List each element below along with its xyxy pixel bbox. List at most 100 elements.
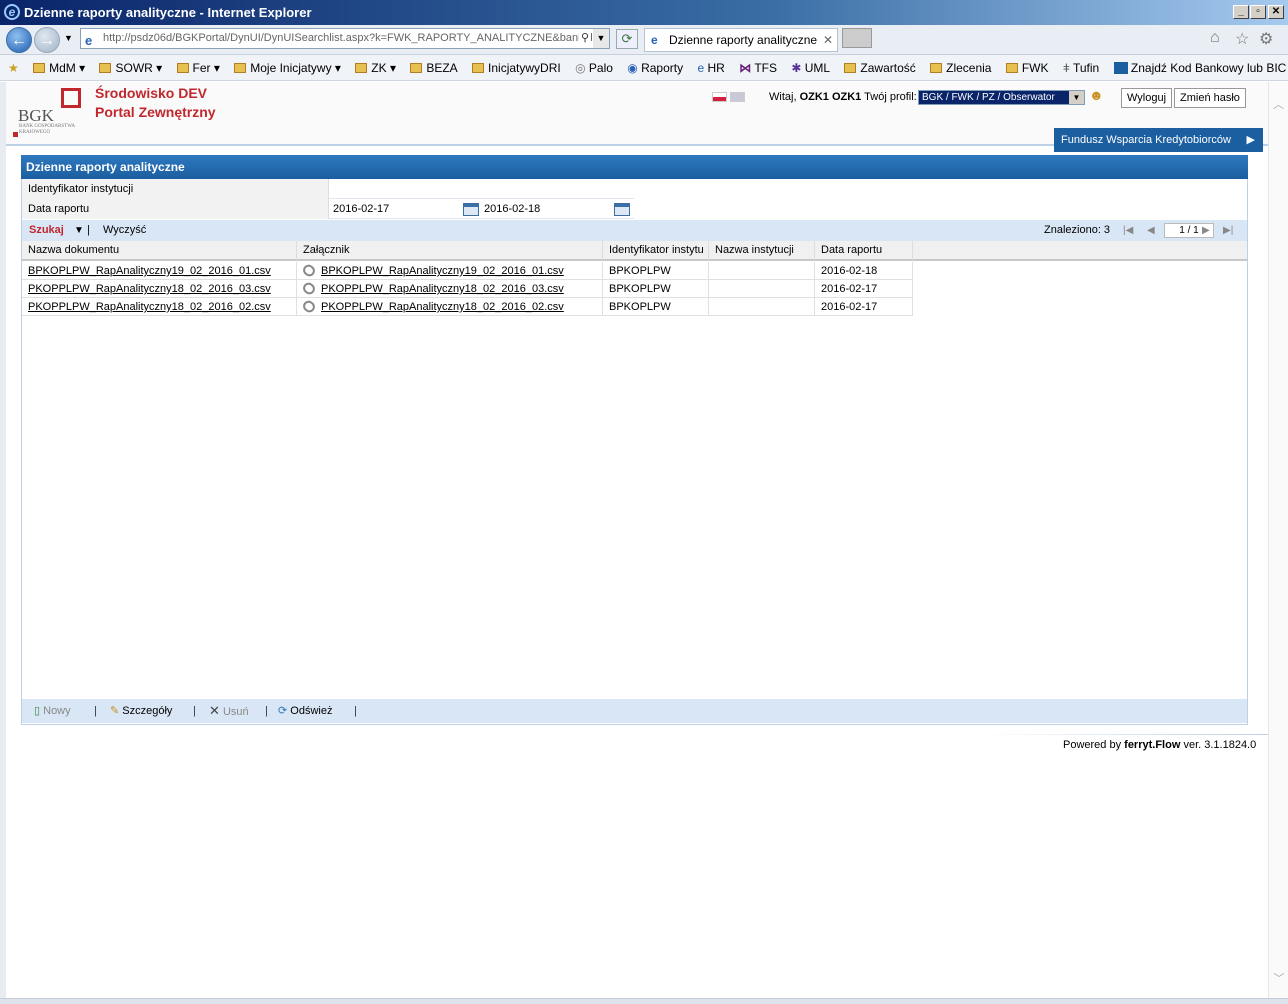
fav-item[interactable]: FWK <box>1005 55 1049 81</box>
forward-button[interactable]: → <box>34 27 60 53</box>
column-header-institution-id[interactable]: Identyfikator instytu <box>603 241 709 260</box>
details-button[interactable]: ✎ Szczegóły <box>110 699 172 723</box>
fav-item[interactable]: ⋈ TFS <box>739 55 777 81</box>
institution-name-cell <box>709 298 815 316</box>
favorites-bar: ★ MdM ▾ SOWR ▾ Fer ▾ Moje Inicjatywy ▾ Z… <box>0 55 1288 81</box>
search-button[interactable]: Szukaj <box>29 220 64 241</box>
prev-page-icon[interactable]: ◀ <box>1147 220 1155 241</box>
separator: | <box>265 705 268 717</box>
fav-item[interactable]: MdM ▾ <box>33 55 85 81</box>
new-tab-button[interactable] <box>842 28 872 48</box>
search-options-dropdown-icon[interactable]: ▼ <box>74 220 84 241</box>
institution-id-cell: BPKOPLPW <box>603 262 709 280</box>
user-name: OZK1 OZK1 <box>799 91 862 103</box>
next-page-icon[interactable]: ▶ <box>1202 220 1210 241</box>
fav-item[interactable]: Zlecenia <box>930 55 991 81</box>
welcome-prefix: Witaj, <box>769 91 797 103</box>
document-link[interactable]: PKOPPLPW_RapAnalityczny18_02_2016_02.csv <box>28 301 271 313</box>
column-header-institution-name[interactable]: Nazwa instytucji <box>709 241 815 260</box>
fav-item[interactable]: Znajdź Kod Bankowy lub BIC <box>1113 55 1286 81</box>
calendar-icon[interactable] <box>463 203 479 216</box>
fav-item[interactable]: SOWR ▾ <box>99 55 162 81</box>
last-page-icon[interactable]: ▶| <box>1223 220 1233 241</box>
refresh-page-icon[interactable]: ⟳ <box>616 29 638 49</box>
table-row[interactable]: BPKOPLPW_RapAnalityczny19_02_2016_01.csv… <box>22 262 913 280</box>
fav-item[interactable]: ✱ UML <box>791 55 830 81</box>
favorites-star-icon[interactable]: ☆ <box>1235 29 1249 49</box>
fav-item[interactable]: ◉ Raporty <box>627 55 683 81</box>
panel-title: Dzienne raporty analityczne <box>21 155 1248 179</box>
close-tab-icon[interactable]: ✕ <box>823 29 833 51</box>
close-window-button[interactable]: ✕ <box>1268 5 1284 19</box>
new-button[interactable]: ▯ Nowy <box>34 699 71 723</box>
folder-icon <box>844 63 857 73</box>
change-password-button[interactable]: Zmień hasło <box>1174 88 1246 108</box>
calendar-icon[interactable] <box>614 203 630 216</box>
column-header-document[interactable]: Nazwa dokumentu <box>22 241 297 260</box>
home-icon[interactable]: ⌂ <box>1210 29 1220 47</box>
tab-title: Dzienne raporty analityczne <box>669 33 818 47</box>
search-icon[interactable]: ⚲ <box>578 29 591 48</box>
fav-item[interactable]: Zawartość <box>844 55 916 81</box>
refresh-button[interactable]: ⟳ Odśwież <box>278 699 332 723</box>
fav-item[interactable]: ZK ▾ <box>355 55 396 81</box>
new-document-icon: ▯ <box>34 705 41 717</box>
gear-icon[interactable]: ⚙ <box>1259 29 1273 49</box>
table-row[interactable]: PKOPPLPW_RapAnalityczny18_02_2016_02.csv… <box>22 298 913 316</box>
language-flags <box>712 92 746 105</box>
grid-header: Nazwa dokumentu Załącznik Identyfikator … <box>22 241 1247 261</box>
fav-item[interactable]: ◎ Palo <box>575 55 613 81</box>
user-settings-icon[interactable]: ☻ <box>1089 87 1104 103</box>
address-dropdown-icon[interactable]: ▼ <box>593 29 609 48</box>
fav-item[interactable]: InicjatywyDRI <box>472 55 561 81</box>
column-header-report-date[interactable]: Data raportu <box>815 241 913 260</box>
institution-input[interactable] <box>328 179 634 199</box>
fav-item[interactable]: Moje Inicjatywy ▾ <box>234 55 341 81</box>
table-row[interactable]: PKOPPLPW_RapAnalityczny18_02_2016_03.csv… <box>22 280 913 298</box>
report-date-cell: 2016-02-17 <box>815 298 913 316</box>
attachment-link[interactable]: PKOPPLPW_RapAnalityczny18_02_2016_02.csv <box>321 301 564 313</box>
fund-menu-button[interactable]: Fundusz Wsparcia Kredytobiorców ▶ <box>1054 128 1263 152</box>
attachment-link[interactable]: BPKOPLPW_RapAnalityczny19_02_2016_01.csv <box>321 265 564 277</box>
welcome-text: Witaj, OZK1 OZK1 Twój profil: <box>769 91 917 103</box>
back-button[interactable]: ← <box>6 27 32 53</box>
separator: | <box>94 705 97 717</box>
folder-icon <box>33 63 46 73</box>
vertical-scrollbar[interactable]: ︿ ﹀ <box>1268 82 1288 998</box>
scroll-down-icon[interactable]: ﹀ <box>1269 970 1288 986</box>
attachment-link[interactable]: PKOPPLPW_RapAnalityczny18_02_2016_03.csv <box>321 283 564 295</box>
browser-tab[interactable]: e Dzienne raporty analityczne ✕ <box>644 28 838 52</box>
document-link[interactable]: PKOPPLPW_RapAnalityczny18_02_2016_03.csv <box>28 283 271 295</box>
first-page-icon[interactable]: |◀ <box>1123 220 1133 241</box>
fav-item[interactable]: BEZA <box>410 55 458 81</box>
fav-item[interactable]: e HR <box>697 55 724 81</box>
folder-icon <box>99 63 112 73</box>
fav-item[interactable]: Fer ▾ <box>176 55 220 81</box>
logout-button[interactable]: Wyloguj <box>1121 88 1173 108</box>
maximize-button[interactable]: ▫ <box>1250 5 1266 19</box>
add-favorite-star-icon[interactable]: ★ <box>8 55 19 81</box>
tab-ie-icon: e <box>651 33 658 47</box>
column-header-attachment[interactable]: Załącznik <box>297 241 603 260</box>
refresh-icon: ⟳ <box>278 705 288 717</box>
date-from-input[interactable]: 2016-02-17 <box>333 199 389 219</box>
address-bar[interactable]: e http://psdz06d/BGKPortal/DynUI/DynUISe… <box>80 28 610 49</box>
institution-name-cell <box>709 262 815 280</box>
bgk-logo: BGK BANK GOSPODARSTWA KRAJOWEGO <box>13 88 88 140</box>
folder-icon <box>930 63 943 73</box>
browser-navbar: ← → ▼ e http://psdz06d/BGKPortal/DynUI/D… <box>0 25 1288 55</box>
delete-button[interactable]: ✕ Usuń <box>209 699 249 724</box>
paperclip-icon <box>300 280 318 297</box>
minimize-button[interactable]: _ <box>1233 5 1249 19</box>
institution-id-cell: BPKOPLPW <box>603 280 709 298</box>
document-link[interactable]: BPKOPLPW_RapAnalityczny19_02_2016_01.csv <box>28 265 271 277</box>
clear-button[interactable]: Wyczyść <box>103 220 146 241</box>
scroll-up-icon[interactable]: ︿ <box>1269 96 1288 112</box>
date-to-input[interactable]: 2016-02-18 <box>484 199 540 219</box>
fav-item[interactable]: ǂ Tufin <box>1063 55 1099 81</box>
english-flag-icon[interactable] <box>730 92 746 102</box>
polish-flag-icon[interactable] <box>712 92 727 102</box>
product-name: ferryt.Flow <box>1124 739 1181 751</box>
history-dropdown-icon[interactable]: ▼ <box>64 33 73 43</box>
profile-select[interactable]: BGK / FWK / PZ / Obserwator ▼ <box>918 90 1085 105</box>
